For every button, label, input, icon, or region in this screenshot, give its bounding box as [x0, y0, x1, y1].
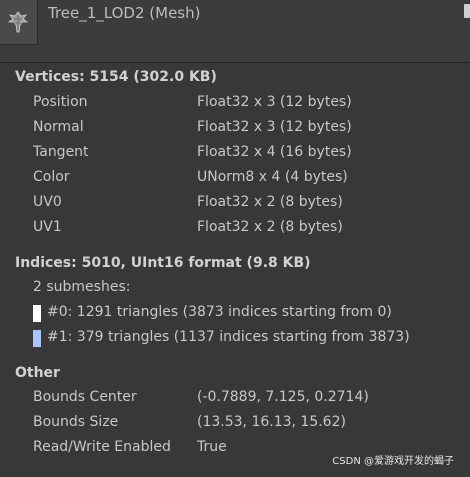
property-name: Read/Write Enabled — [33, 439, 171, 455]
attribute-name: Normal — [33, 119, 84, 135]
attribute-row: UV1 Float32 x 2 (8 bytes) — [0, 219, 470, 239]
attribute-row: Normal Float32 x 3 (12 bytes) — [0, 119, 470, 139]
attribute-row: Color UNorm8 x 4 (4 bytes) — [0, 169, 470, 189]
attribute-row: Position Float32 x 3 (12 bytes) — [0, 94, 470, 114]
watermark: CSDN @爱游戏开发的蝎子 — [332, 456, 454, 467]
submesh-text: #1: 379 triangles (1137 indices starting… — [47, 329, 410, 345]
attribute-format: Float32 x 2 (8 bytes) — [197, 219, 343, 235]
property-name: Bounds Center — [33, 389, 137, 405]
attribute-name: Color — [33, 169, 70, 185]
attribute-row: UV0 Float32 x 2 (8 bytes) — [0, 194, 470, 214]
scrollbar-thumb[interactable] — [464, 4, 470, 18]
submesh-count: 2 submeshes: — [33, 279, 131, 295]
property-value: True — [197, 439, 227, 455]
other-title: Other — [15, 365, 60, 381]
property-value: (-0.7889, 7.125, 0.2714) — [197, 389, 369, 405]
attribute-format: Float32 x 4 (16 bytes) — [197, 144, 352, 160]
mesh-title: Tree_1_LOD2 (Mesh) — [48, 4, 201, 22]
property-name: Bounds Size — [33, 414, 119, 430]
submesh-color-swatch — [33, 305, 41, 322]
property-row: Bounds Center (-0.7889, 7.125, 0.2714) — [0, 389, 470, 409]
attribute-name: Tangent — [33, 144, 89, 160]
attribute-format: Float32 x 3 (12 bytes) — [197, 94, 352, 110]
submesh-text: #0: 1291 triangles (3873 indices startin… — [47, 304, 392, 320]
attribute-name: UV1 — [33, 219, 62, 235]
mesh-thumbnail — [0, 0, 38, 45]
attribute-name: Position — [33, 94, 88, 110]
attribute-format: UNorm8 x 4 (4 bytes) — [197, 169, 348, 185]
attribute-name: UV0 — [33, 194, 62, 210]
property-row: Bounds Size (13.53, 16.13, 15.62) — [0, 414, 470, 434]
attribute-format: Float32 x 2 (8 bytes) — [197, 194, 343, 210]
attribute-row: Tangent Float32 x 4 (16 bytes) — [0, 144, 470, 164]
indices-title: Indices: 5010, UInt16 format (9.8 KB) — [15, 255, 311, 271]
submesh-color-swatch — [33, 330, 41, 347]
vertices-title: Vertices: 5154 (302.0 KB) — [15, 69, 217, 85]
attribute-format: Float32 x 3 (12 bytes) — [197, 119, 352, 135]
inspector-header: Tree_1_LOD2 (Mesh) — [0, 0, 470, 63]
property-value: (13.53, 16.13, 15.62) — [197, 414, 346, 430]
